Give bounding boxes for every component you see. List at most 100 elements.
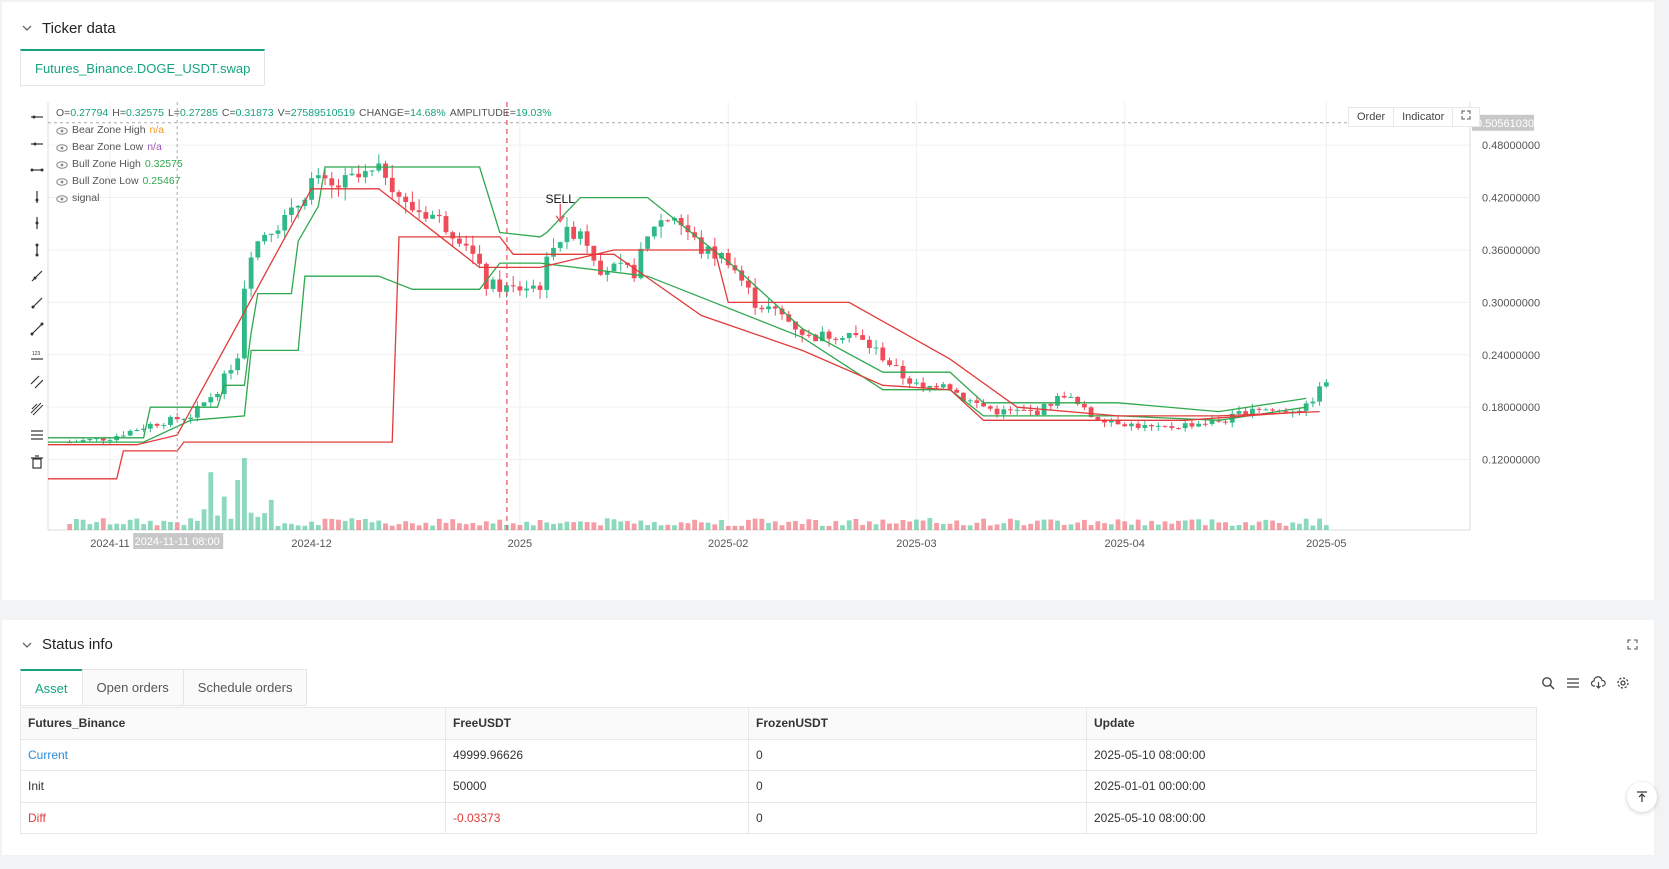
candle-body <box>907 378 913 384</box>
candle-body <box>1176 427 1181 429</box>
ticker-panel-header[interactable]: Ticker data <box>20 18 116 38</box>
candle-body <box>1061 395 1067 398</box>
volume-bar <box>759 518 765 530</box>
volume-bar <box>598 525 603 530</box>
candle-body <box>87 438 93 441</box>
parallel-channel-tool-icon[interactable] <box>26 371 48 393</box>
amplitude-value: 19.03% <box>515 107 552 119</box>
volume-bar <box>228 518 234 530</box>
horizontal-line-tool-icon[interactable] <box>26 133 48 155</box>
volume-bar <box>463 524 469 530</box>
legend-item-bull-zone-high[interactable]: Bull Zone High 0.32575 <box>56 156 552 173</box>
volume-bar <box>914 519 919 530</box>
chevron-down-icon[interactable] <box>20 21 34 35</box>
volume-bar <box>920 520 926 530</box>
y-tick-label: 0.12000000 <box>1482 455 1540 467</box>
volume-bar <box>1303 518 1309 530</box>
volume-bar <box>1048 519 1054 530</box>
eye-icon[interactable] <box>56 126 68 136</box>
legend-item-bull-zone-low[interactable]: Bull Zone Low 0.25467 <box>56 173 552 190</box>
volume-bar <box>793 521 798 530</box>
volume-bar <box>268 499 274 530</box>
volume-bar <box>1202 525 1208 530</box>
candle-body <box>436 214 442 217</box>
column-header[interactable]: Futures_Binance <box>20 707 446 740</box>
candle-body <box>416 210 422 213</box>
horizontal-lines-tool-icon[interactable] <box>26 424 48 446</box>
vertical-segment-tool-icon[interactable] <box>26 239 48 261</box>
eye-icon[interactable] <box>56 143 68 153</box>
back-to-top-button[interactable] <box>1627 782 1657 812</box>
horizontal-ray-tool-icon[interactable] <box>26 106 48 128</box>
ray-line-tool-icon[interactable] <box>26 292 48 314</box>
fullscreen-icon[interactable] <box>1453 108 1479 126</box>
volume-bar <box>383 523 388 530</box>
eye-icon[interactable] <box>56 177 68 187</box>
indicator-button[interactable]: Indicator <box>1394 108 1454 126</box>
legend-name: signal <box>72 192 100 204</box>
candle-body <box>766 306 771 310</box>
volume-bar <box>396 524 402 530</box>
list-icon[interactable] <box>1565 675 1581 691</box>
eye-icon[interactable] <box>56 194 68 204</box>
vertical-line-tool-icon[interactable] <box>26 212 48 234</box>
candle-body <box>1008 409 1013 411</box>
candle-body <box>544 256 550 290</box>
volume-bar <box>698 522 704 530</box>
segment-tool-icon[interactable] <box>26 318 48 340</box>
close-value: 0.31873 <box>235 107 274 119</box>
candle-body <box>1310 401 1316 404</box>
chevron-down-icon[interactable] <box>20 638 34 652</box>
eye-icon[interactable] <box>56 160 68 170</box>
volume-bar <box>1290 522 1296 530</box>
volume-bar <box>591 522 597 530</box>
volume-bar <box>954 520 960 530</box>
candle-body <box>537 285 543 290</box>
trash-icon[interactable] <box>26 451 48 473</box>
tab-schedule-orders[interactable]: Schedule orders <box>182 669 308 705</box>
price-chart[interactable]: 0.540000000.480000000.420000000.36000000… <box>20 102 1645 592</box>
candle-body <box>235 358 241 371</box>
amplitude-label: AMPLITUDE= <box>449 107 516 119</box>
candle-body <box>1095 417 1101 420</box>
expand-icon[interactable] <box>1624 636 1640 652</box>
candle-body <box>510 285 516 287</box>
cloud-download-icon[interactable] <box>1590 675 1606 691</box>
volume-bar <box>893 523 899 530</box>
volume-bar <box>1297 523 1302 530</box>
volume-bar <box>564 521 570 530</box>
gear-icon[interactable] <box>1615 675 1631 691</box>
legend-value: 0.32575 <box>144 158 183 170</box>
row-label[interactable]: Current <box>20 738 446 771</box>
price-label-tool-icon[interactable]: 123 <box>26 345 48 367</box>
order-button[interactable]: Order <box>1349 108 1395 126</box>
change-value: 14.68% <box>410 107 446 119</box>
status-panel-header[interactable] <box>20 612 1669 632</box>
tab-open-orders[interactable]: Open orders <box>81 669 184 705</box>
volume-bar <box>483 521 489 530</box>
horizontal-segment-tool-icon[interactable] <box>26 159 48 181</box>
tab-asset[interactable]: Asset <box>20 669 83 705</box>
trend-line-tool-icon[interactable] <box>26 265 48 287</box>
volume-bar <box>658 525 664 530</box>
volume-bar <box>651 522 657 530</box>
volume-bar <box>530 525 536 530</box>
volume-bar <box>497 519 503 530</box>
column-header[interactable]: FreeUSDT <box>445 707 749 740</box>
legend-item-bear-zone-low[interactable]: Bear Zone Low n/a <box>56 139 552 156</box>
candle-body <box>443 216 449 233</box>
vertical-ray-tool-icon[interactable] <box>26 186 48 208</box>
status-panel-title-row[interactable]: Status info <box>20 636 113 653</box>
open-label: O= <box>56 107 71 119</box>
legend-item-signal[interactable]: signal <box>56 190 552 207</box>
search-icon[interactable] <box>1540 675 1556 691</box>
x-tick-label: 2025 <box>508 538 532 550</box>
column-header[interactable]: Update <box>1086 707 1537 740</box>
volume-bar <box>746 519 751 530</box>
tab-symbol[interactable]: Futures_Binance.DOGE_USDT.swap <box>20 49 266 85</box>
legend-item-bear-zone-high[interactable]: Bear Zone High n/a <box>56 122 552 139</box>
frozen-usdt-cell: 0 <box>748 770 1087 803</box>
column-header[interactable]: FrozenUSDT <box>748 707 1087 740</box>
candle-body <box>947 384 953 390</box>
fibonacci-tool-icon[interactable] <box>26 398 48 420</box>
